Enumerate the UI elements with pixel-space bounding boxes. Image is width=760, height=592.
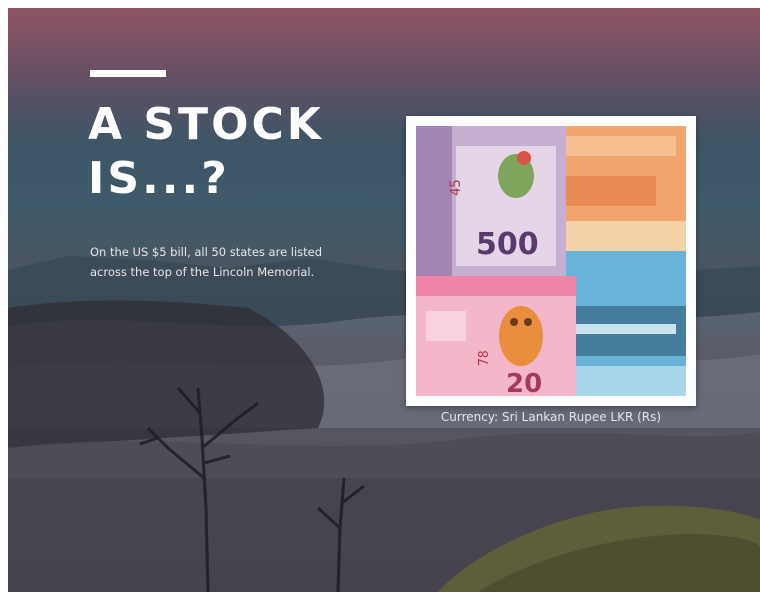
- owl-figure: [499, 306, 543, 366]
- accent-bar: [90, 70, 166, 77]
- fact-text: On the US $5 bill, all 50 states are lis…: [90, 242, 420, 282]
- slide-title: A STOCK IS...?: [88, 98, 408, 206]
- title-line-1: A STOCK: [88, 99, 324, 150]
- note-500-value: 500: [476, 227, 539, 262]
- banknote-500: 500 45: [416, 126, 566, 276]
- banknote-blue: [566, 251, 686, 396]
- banknote-orange: [556, 126, 686, 251]
- banknotes-image: 500 45 20 78: [416, 126, 686, 396]
- note-20-value: 20: [506, 369, 542, 396]
- fact-line-1: On the US $5 bill, all 50 states are lis…: [90, 245, 323, 259]
- photo-caption: Currency: Sri Lankan Rupee LKR (Rs): [440, 410, 662, 424]
- slide-background: A STOCK IS...? On the US $5 bill, all 50…: [8, 8, 760, 592]
- serial-bottom: 78: [477, 350, 492, 366]
- title-line-2: IS...?: [88, 153, 230, 204]
- serial-top: 45: [448, 179, 464, 196]
- banknote-20: 20 78: [416, 276, 576, 396]
- fact-line-2: across the top of the Lincoln Memorial.: [90, 265, 315, 279]
- currency-photo: 500 45 20 78: [406, 116, 696, 406]
